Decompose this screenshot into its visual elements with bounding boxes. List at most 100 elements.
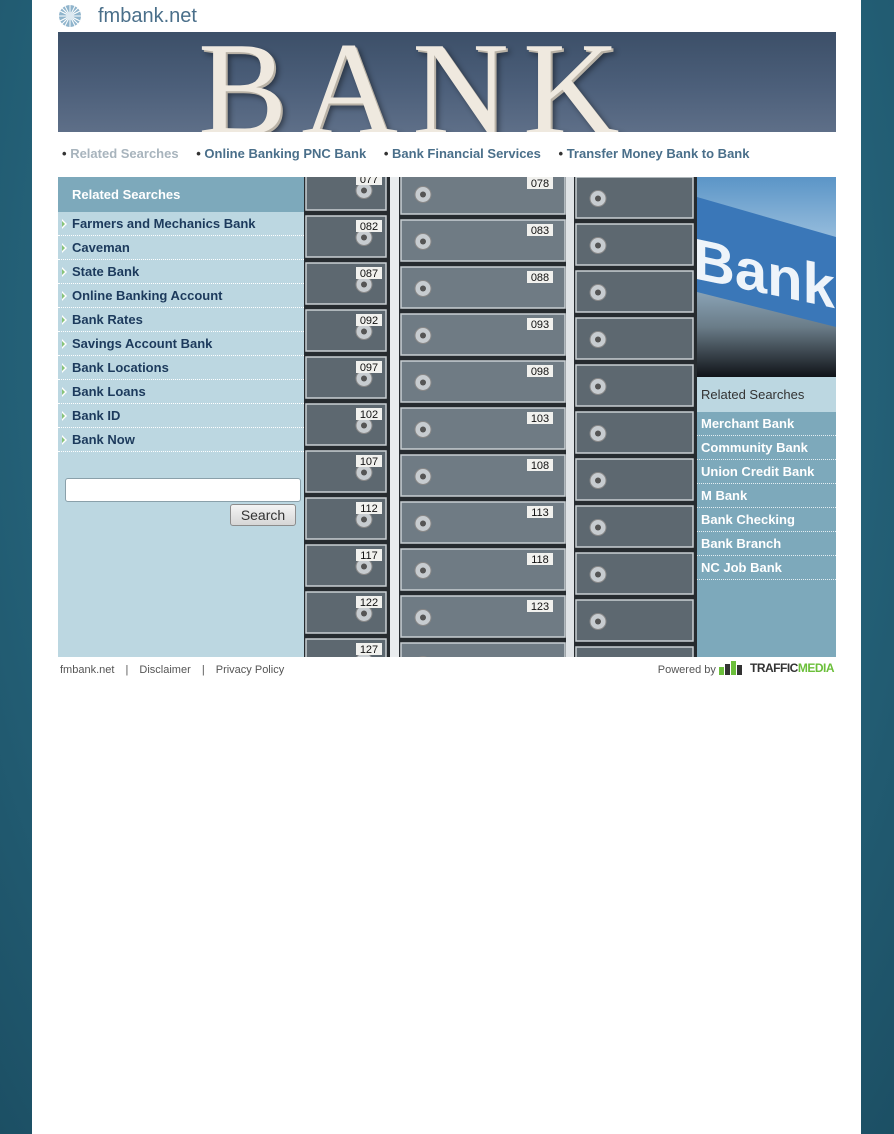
trafficmedia-logo-part2: MEDIA: [797, 661, 835, 675]
deposit-box: [575, 364, 694, 407]
bullet: •: [558, 146, 564, 161]
list-item: M Bank: [697, 484, 836, 508]
frame-bar: [566, 177, 574, 657]
trafficmedia-logo[interactable]: TRAFFICMEDIA: [750, 661, 835, 675]
topnav-link[interactable]: Related Searches: [70, 146, 178, 161]
deposit-box: [575, 646, 694, 657]
footer: fmbank.net | Disclaimer | Privacy Policy…: [58, 657, 836, 681]
search-button[interactable]: Search: [230, 504, 296, 526]
left-link[interactable]: Bank Locations: [72, 360, 169, 375]
list-item: Bank Now: [58, 428, 304, 452]
left-link[interactable]: Bank Rates: [72, 312, 143, 327]
box-number: 118: [531, 554, 549, 566]
arrow-right-icon: [62, 219, 67, 229]
list-item: State Bank: [58, 260, 304, 284]
box-number: 078: [531, 178, 549, 190]
deposit-box: [575, 411, 694, 454]
page: fmbank.net BANK • Related Searches • Onl…: [32, 0, 861, 1134]
box-number: 093: [531, 319, 549, 331]
bullet: •: [196, 146, 201, 161]
powered-by: Powered by TRAFFICMEDIA: [658, 660, 835, 676]
list-item: Community Bank: [697, 436, 836, 460]
bullet: •: [383, 146, 389, 161]
arrow-right-icon: [62, 291, 67, 301]
box-number: 098: [531, 366, 549, 378]
header-banner: BANK: [58, 32, 836, 132]
list-item: Bank Locations: [58, 356, 304, 380]
box-number: 097: [360, 362, 378, 374]
left-link-list: Farmers and Mechanics Bank Caveman State…: [58, 212, 304, 452]
banner-text: BANK: [198, 32, 634, 132]
right-link[interactable]: M Bank: [701, 488, 747, 503]
left-link[interactable]: Bank ID: [72, 408, 120, 423]
left-link[interactable]: Farmers and Mechanics Bank: [72, 216, 256, 231]
topnav-link[interactable]: Bank Financial Services: [392, 146, 541, 161]
left-link[interactable]: Online Banking Account: [72, 288, 222, 303]
right-sidebar-heading: Related Searches: [697, 377, 836, 412]
deposit-box: [575, 270, 694, 313]
right-link[interactable]: Merchant Bank: [701, 416, 794, 431]
box-number: 102: [360, 409, 378, 421]
topnav-link[interactable]: Online Banking PNC Bank: [204, 146, 366, 161]
box-number: 077: [360, 177, 378, 186]
arrow-right-icon: [62, 315, 67, 325]
right-link[interactable]: Community Bank: [701, 440, 808, 455]
topnav-link[interactable]: Transfer Money Bank to Bank: [567, 146, 750, 161]
left-link[interactable]: Bank Loans: [72, 384, 146, 399]
left-link[interactable]: State Bank: [72, 264, 139, 279]
list-item: Merchant Bank: [697, 412, 836, 436]
right-link[interactable]: NC Job Bank: [701, 560, 782, 575]
arrow-right-icon: [62, 339, 67, 349]
left-link[interactable]: Savings Account Bank: [72, 336, 212, 351]
footer-privacy-link[interactable]: Privacy Policy: [216, 664, 284, 676]
arrow-right-icon: [62, 411, 67, 421]
deposit-box: [575, 317, 694, 360]
arrow-right-icon: [62, 435, 67, 445]
list-item: Farmers and Mechanics Bank: [58, 212, 304, 236]
arrow-right-icon: [62, 363, 67, 373]
left-link[interactable]: Caveman: [72, 240, 130, 255]
right-sidebar: Bank Related Searches Merchant Bank Comm…: [697, 177, 836, 657]
footer-site-link[interactable]: fmbank.net: [60, 664, 114, 676]
list-item: Bank Loans: [58, 380, 304, 404]
site-title-link[interactable]: fmbank.net: [98, 5, 197, 28]
footer-disclaimer-link[interactable]: Disclaimer: [139, 664, 190, 676]
right-link[interactable]: Bank Branch: [701, 536, 781, 551]
main-content: Related Searches Farmers and Mechanics B…: [58, 177, 836, 657]
bullet: •: [62, 146, 67, 161]
topnav-item-transfer-money: • Transfer Money Bank to Bank: [559, 146, 750, 161]
search-input[interactable]: [65, 478, 301, 502]
right-link[interactable]: Union Credit Bank: [701, 464, 814, 479]
box-number: 127: [360, 644, 378, 656]
box-number: 082: [360, 221, 378, 233]
deposit-box: [575, 505, 694, 548]
box-number: 103: [531, 413, 549, 425]
box-number: 113: [531, 507, 549, 519]
right-link[interactable]: Bank Checking: [701, 512, 795, 527]
top-navigation: • Related Searches • Online Banking PNC …: [62, 146, 838, 164]
topnav-item-bank-financial-services: • Bank Financial Services: [384, 146, 541, 161]
globe-logo-icon: [59, 5, 81, 27]
box-number: 112: [360, 503, 378, 515]
trafficmedia-logo-icon: [718, 661, 742, 675]
left-link[interactable]: Bank Now: [72, 432, 135, 447]
list-item: Savings Account Bank: [58, 332, 304, 356]
box-number: 107: [360, 456, 378, 468]
arrow-right-icon: [62, 243, 67, 253]
list-item: Bank Checking: [697, 508, 836, 532]
footer-links: fmbank.net | Disclaimer | Privacy Policy: [60, 664, 284, 676]
box-number: 122: [360, 597, 378, 609]
bank-sign-graphic: Bank: [697, 197, 836, 327]
list-item: Online Banking Account: [58, 284, 304, 308]
deposit-box: [575, 223, 694, 266]
box-number: 108: [531, 460, 549, 472]
list-item: Bank Branch: [697, 532, 836, 556]
deposit-box: [575, 177, 694, 219]
list-item: Bank ID: [58, 404, 304, 428]
box-number: 083: [531, 225, 549, 237]
right-link-list: Merchant Bank Community Bank Union Credi…: [697, 412, 836, 580]
hero-image-safe-deposit-boxes: 077 078 082 083 087 088 092 093 097 098 102 103 107 1…: [304, 177, 697, 657]
topnav-item-online-banking-pnc: • Online Banking PNC Bank: [196, 146, 366, 161]
box-number: 088: [531, 272, 549, 284]
trafficmedia-logo-part1: TRAFFIC: [750, 661, 798, 675]
